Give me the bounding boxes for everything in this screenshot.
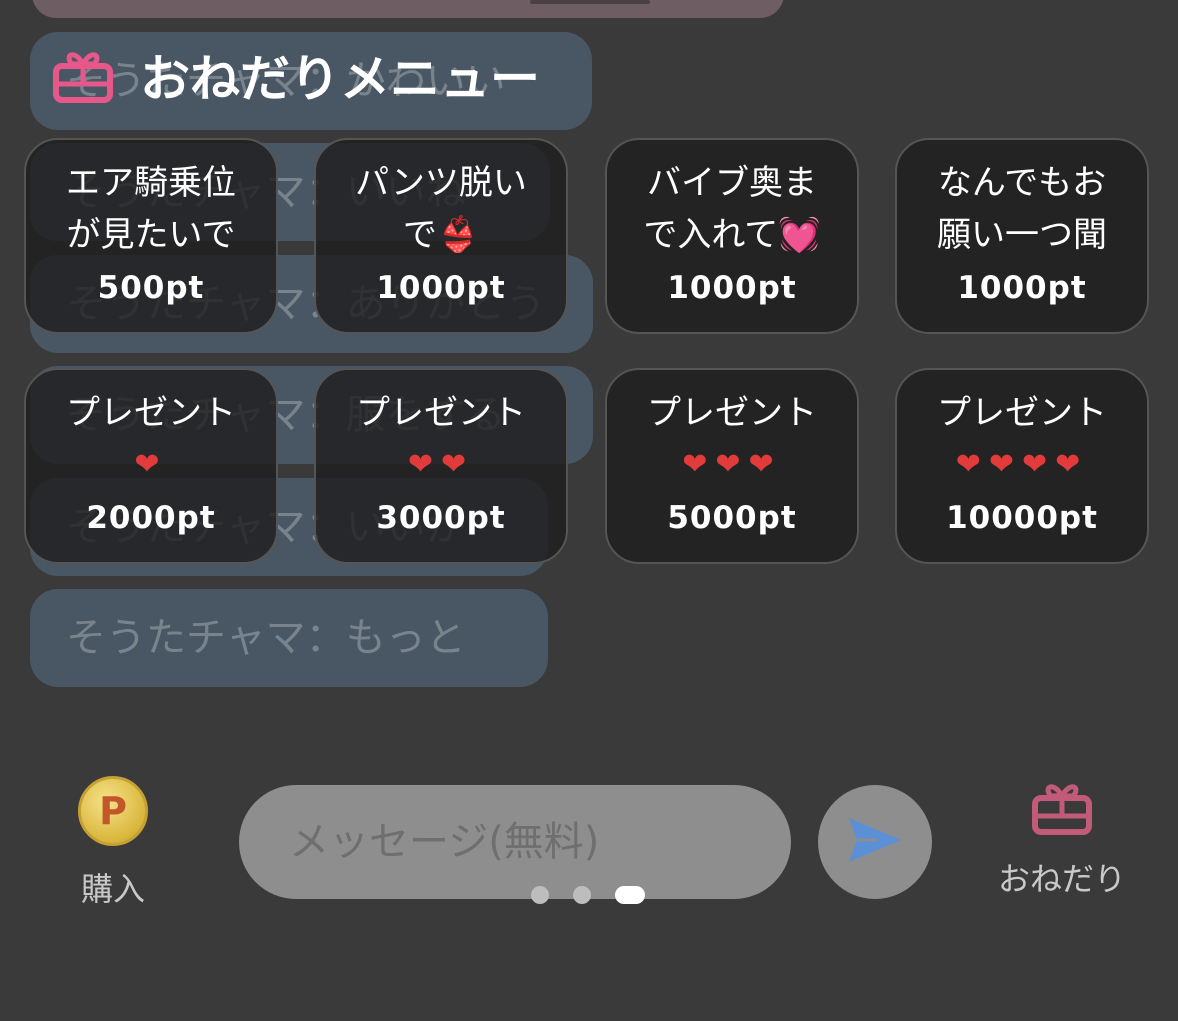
tile-label: エア騎乗位 が見たいで	[66, 163, 236, 255]
heart-icons: ❤❤	[407, 447, 475, 482]
page-dot[interactable]	[531, 886, 549, 904]
onedari-label: おねだり	[997, 860, 1126, 898]
present-tile[interactable]: プレゼント ❤❤ 3000pt	[314, 368, 568, 564]
tile-label: プレゼント	[647, 393, 817, 433]
gift-icon	[52, 46, 114, 104]
page-indicator	[531, 886, 645, 904]
heart-icons: ❤❤❤❤	[955, 447, 1089, 482]
request-tile[interactable]: なんでもお 願い一つ聞 1000pt	[895, 138, 1149, 334]
tile-label: プレゼント	[356, 393, 526, 433]
buy-label: 購入	[80, 870, 145, 908]
tile-points: 2000pt	[86, 500, 216, 536]
tile-points: 10000pt	[946, 500, 1098, 536]
tile-points: 1000pt	[957, 270, 1087, 306]
previous-panel-edge	[32, 0, 784, 18]
tile-label: プレゼント	[66, 393, 236, 433]
request-tile[interactable]: エア騎乗位 が見たいで 500pt	[24, 138, 278, 334]
send-icon	[847, 816, 903, 868]
tile-label: パンツ脱い で👙	[355, 163, 527, 255]
message-input[interactable]: メッセージ(無料)	[239, 785, 791, 899]
coin-icon: P	[78, 776, 148, 846]
tile-label: バイブ奥ま で入れて💓	[643, 163, 821, 255]
buy-points-button[interactable]: P 購入	[72, 776, 154, 910]
present-tile[interactable]: プレゼント ❤❤❤ 5000pt	[605, 368, 859, 564]
page-dot[interactable]	[573, 886, 591, 904]
heart-icons: ❤❤❤	[682, 447, 782, 482]
gift-icon	[1031, 778, 1093, 840]
menu-title: おねだりメニュー	[52, 40, 540, 110]
chat-message: そうたチャマ：もっと	[30, 589, 548, 687]
onedari-button[interactable]: おねだり	[992, 778, 1132, 900]
menu-title-text: おねだりメニュー	[140, 50, 540, 108]
tile-points: 3000pt	[376, 500, 506, 536]
tile-label: プレゼント	[937, 393, 1107, 433]
present-tile[interactable]: プレゼント ❤ 2000pt	[24, 368, 278, 564]
present-tile[interactable]: プレゼント ❤❤❤❤ 10000pt	[895, 368, 1149, 564]
tile-label: なんでもお 願い一つ聞	[937, 163, 1107, 255]
tile-points: 500pt	[97, 270, 205, 306]
send-button[interactable]	[818, 785, 932, 899]
request-tile[interactable]: バイブ奥ま で入れて💓 1000pt	[605, 138, 859, 334]
tile-points: 1000pt	[667, 270, 797, 306]
page-dot-active[interactable]	[615, 886, 645, 904]
tile-points: 1000pt	[376, 270, 506, 306]
request-tile[interactable]: パンツ脱い で👙 1000pt	[314, 138, 568, 334]
tile-points: 5000pt	[667, 500, 797, 536]
heart-icons: ❤	[134, 447, 168, 482]
drag-handle[interactable]	[530, 0, 650, 4]
